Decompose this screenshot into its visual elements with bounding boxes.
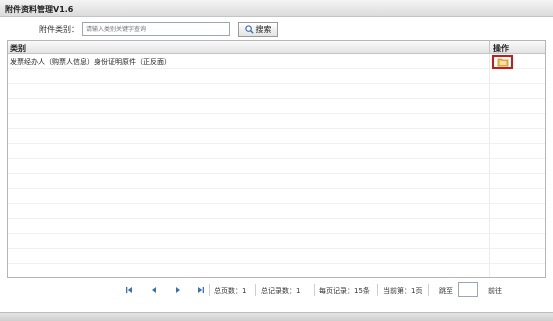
table-row	[8, 84, 545, 99]
first-page-icon[interactable]	[125, 286, 133, 294]
window-footer	[0, 312, 553, 321]
attachment-grid: 类别 操作 发票经办人（购票人信息）身份证明原件（正反面）	[7, 40, 546, 278]
search-bar: 附件类别： 搜索	[0, 17, 553, 40]
next-page-icon[interactable]	[174, 286, 182, 294]
folder-view-icon	[497, 58, 508, 67]
search-label: 附件类别：	[39, 25, 79, 34]
table-row	[8, 189, 545, 204]
table-row	[8, 234, 545, 249]
table-row	[8, 249, 545, 264]
search-button[interactable]: 搜索	[238, 22, 278, 37]
last-page-icon[interactable]	[197, 286, 205, 294]
grid-header: 类别 操作	[8, 41, 545, 54]
table-row[interactable]: 发票经办人（购票人信息）身份证明原件（正反面）	[8, 54, 545, 69]
records-per-page: 每页记录：15条	[319, 287, 370, 295]
search-input[interactable]	[82, 22, 230, 36]
column-header-action-cell: 操作	[489, 41, 545, 53]
table-row	[8, 174, 545, 189]
table-row	[8, 159, 545, 174]
window-titlebar: 附件资料管理V1.6	[0, 0, 553, 17]
table-row	[8, 204, 545, 219]
pager-divider	[209, 284, 210, 296]
prev-page-icon[interactable]	[150, 286, 158, 294]
table-row	[8, 264, 545, 277]
search-icon	[244, 25, 254, 34]
view-attachment-button[interactable]	[492, 55, 513, 69]
pager-divider	[428, 284, 429, 296]
search-button-label: 搜索	[255, 25, 272, 34]
total-records: 总记录数：1	[261, 287, 301, 295]
total-pages: 总页数：1	[214, 287, 247, 295]
current-page: 当前第：1页	[383, 287, 423, 295]
table-row	[8, 219, 545, 234]
column-header-category: 类别	[10, 44, 26, 53]
table-row	[8, 114, 545, 129]
jump-label: 跳至	[439, 287, 453, 295]
row-action-cell	[489, 54, 545, 69]
pagination-bar: 总页数：1 总记录数：1 每页记录：15条 当前第：1页 跳至 前往	[0, 280, 553, 300]
pager-divider	[377, 284, 378, 296]
window-title: 附件资料管理V1.6	[5, 5, 74, 14]
table-row	[8, 69, 545, 84]
table-row	[8, 144, 545, 159]
go-button[interactable]: 前往	[488, 286, 502, 296]
column-header-action: 操作	[493, 44, 509, 53]
row-category: 发票经办人（购票人信息）身份证明原件（正反面）	[10, 58, 171, 66]
jump-page-input[interactable]	[458, 282, 478, 297]
pager-divider	[314, 284, 315, 296]
table-row	[8, 99, 545, 114]
pager-divider	[255, 284, 256, 296]
grid-body: 发票经办人（购票人信息）身份证明原件（正反面）	[8, 54, 545, 277]
table-row	[8, 129, 545, 144]
